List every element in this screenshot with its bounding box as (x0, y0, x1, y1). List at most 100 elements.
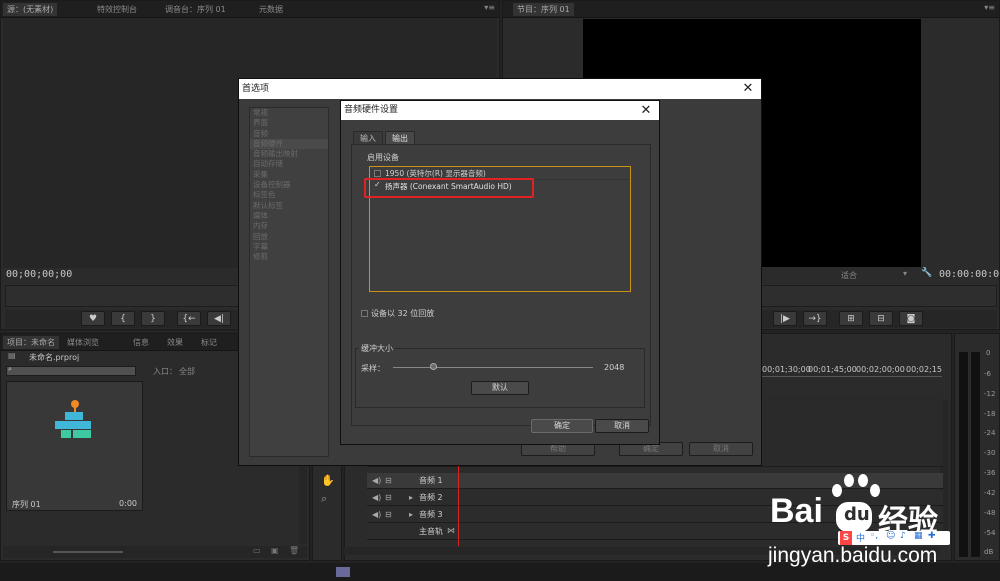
device-checkbox[interactable] (374, 170, 381, 177)
sample-slider-thumb[interactable] (430, 363, 437, 370)
tab-source[interactable]: 源：(无素材) (3, 3, 58, 16)
bit32-label: 设备以 32 位回放 (371, 309, 435, 318)
paw-toe (832, 484, 842, 497)
goto-in-icon[interactable]: {← (177, 311, 201, 326)
tab-media-browser[interactable]: 媒体浏览 (63, 336, 103, 349)
audio-hw-ok-button[interactable]: 确定 (531, 419, 593, 433)
category-item[interactable]: 回放 (250, 232, 328, 242)
fit-dropdown[interactable]: 适合 (841, 270, 857, 281)
ruler-tick-label: 00;02;15 (906, 365, 942, 374)
category-item[interactable]: 标签色 (250, 190, 328, 200)
tab-audio-mixer[interactable]: 调音台：序列 01 (161, 3, 230, 16)
du-glyph: du (844, 504, 870, 525)
program-transport: |▶ →} ⊞ ⊟ ◙ (761, 310, 997, 328)
preferences-cancel-button[interactable]: 取消 (689, 442, 753, 456)
category-item[interactable]: 默认标签 (250, 201, 328, 211)
tab-effects[interactable]: 效果 (163, 336, 187, 349)
audio-hardware-titlebar: 音频硬件设置 ✕ (341, 101, 659, 120)
speaker-icon[interactable]: ◀) (372, 493, 381, 502)
wrench-icon[interactable]: 🔧 (921, 268, 932, 278)
step-back-icon[interactable]: ◀| (207, 311, 231, 326)
zoom-slider[interactable] (53, 551, 123, 553)
tab-effect-controls[interactable]: 特效控制台 (93, 3, 141, 16)
ime-mode-icon[interactable]: 中 (856, 531, 865, 544)
default-button[interactable]: 默认 (471, 381, 529, 395)
tab-project[interactable]: 项目：未命名 (3, 336, 59, 349)
lock-icon[interactable]: ⊟ (385, 493, 392, 502)
new-bin-icon[interactable]: ▭ (253, 546, 261, 555)
speaker-icon[interactable]: ◀) (372, 510, 381, 519)
folder-icon: ▤ (8, 351, 16, 360)
category-item[interactable]: 媒体 (250, 211, 328, 221)
buffer-group-box (355, 348, 645, 408)
track-label: 主音轨 (419, 527, 443, 536)
meter-scale-label: -24 (984, 429, 996, 437)
new-item-icon[interactable]: ▣ (271, 546, 279, 555)
source-timecode: 00;00;00;00 (6, 269, 73, 280)
panel-menu-icon[interactable]: ▾≡ (984, 3, 995, 12)
expand-icon[interactable]: ▸ (409, 510, 413, 519)
tab-program[interactable]: 节目：序列 01 (513, 3, 574, 16)
ime-punct-icon[interactable]: ◦, (870, 531, 878, 541)
paw-du-icon: du (836, 502, 872, 532)
bit32-checkbox[interactable] (361, 310, 368, 317)
trash-icon[interactable]: 🗑 (289, 546, 299, 555)
search-icon: ⌕ (8, 365, 12, 373)
tab-markers[interactable]: 标记 (197, 336, 221, 349)
out-point-icon[interactable]: } (141, 311, 165, 326)
sequence-thumbnail[interactable]: 序列 01 0:00 (6, 381, 143, 511)
audio-hw-cancel-button[interactable]: 取消 (595, 419, 649, 433)
ruler-tick-label: 00;01;45;00 (808, 365, 857, 374)
program-scrub-bar[interactable] (761, 285, 997, 307)
status-item-icon[interactable] (336, 567, 350, 577)
timeline-ruler[interactable] (762, 376, 942, 383)
hand-tool-icon[interactable]: ✋ (321, 474, 335, 487)
buffer-size-label: 缓冲大小 (359, 343, 395, 354)
sogou-logo-icon[interactable]: S (840, 531, 852, 545)
watermark-url: jingyan.baidu.com (768, 544, 938, 567)
marker-icon[interactable]: ♥ (81, 311, 105, 326)
tab-info[interactable]: 信息 (129, 336, 153, 349)
lock-icon[interactable]: ⊟ (385, 510, 392, 519)
entry-dropdown[interactable]: 全部 (179, 366, 195, 377)
sample-slider-track[interactable] (393, 367, 593, 368)
panel-menu-icon[interactable]: ▾≡ (484, 3, 495, 12)
close-icon[interactable]: ✕ (639, 101, 653, 120)
step-forward-icon[interactable]: |▶ (773, 311, 797, 326)
meter-scale-label: dB (984, 548, 994, 556)
speaker-icon[interactable]: ◀) (372, 476, 381, 485)
sequence-duration: 0:00 (119, 499, 137, 508)
camera-icon[interactable]: ◙ (899, 311, 923, 326)
tab-metadata[interactable]: 元数据 (255, 3, 287, 16)
category-item-selected[interactable]: 音频硬件 (250, 138, 328, 150)
ime-emoji-icon[interactable]: ☺ (886, 531, 895, 541)
ime-skin-icon[interactable]: ✚ (928, 531, 936, 541)
category-item[interactable]: 音频 (250, 129, 328, 139)
extract-icon[interactable]: ⊟ (869, 311, 893, 326)
close-icon[interactable]: ✕ (741, 79, 755, 99)
category-item[interactable]: 字幕 (250, 242, 328, 252)
zoom-tool-icon[interactable]: ⌕ (321, 492, 327, 506)
expand-icon[interactable]: ▸ (409, 493, 413, 502)
category-item[interactable]: 界面 (250, 118, 328, 128)
project-footer: ▭ ▣ 🗑 (3, 546, 307, 558)
category-item[interactable]: 常规 (250, 108, 328, 118)
ime-keyboard-icon[interactable]: ▦ (914, 531, 923, 541)
tab-output[interactable]: 输出 (385, 131, 415, 144)
tab-input[interactable]: 输入 (353, 131, 383, 144)
category-item[interactable]: 修剪 (250, 252, 328, 262)
lift-icon[interactable]: ⊞ (839, 311, 863, 326)
lock-icon[interactable]: ⊟ (385, 476, 392, 485)
source-tab-bar: 源：(无素材) 特效控制台 调音台：序列 01 元数据 ▾≡ (1, 1, 499, 18)
category-item[interactable]: 内存 (250, 221, 328, 231)
category-item[interactable]: 设备控制器 (250, 180, 328, 190)
ime-mic-icon[interactable]: ♪ (900, 531, 906, 541)
category-item[interactable]: 采集 (250, 170, 328, 180)
project-file-name: 未命名.prproj (29, 353, 80, 362)
category-item[interactable]: 音频输出映射 (250, 149, 328, 159)
meter-scale-label: -6 (984, 370, 991, 378)
search-input[interactable]: ⌕ (6, 365, 136, 376)
in-point-icon[interactable]: { (111, 311, 135, 326)
goto-out-icon[interactable]: →} (803, 311, 827, 326)
category-item[interactable]: 自动存储 (250, 159, 328, 169)
